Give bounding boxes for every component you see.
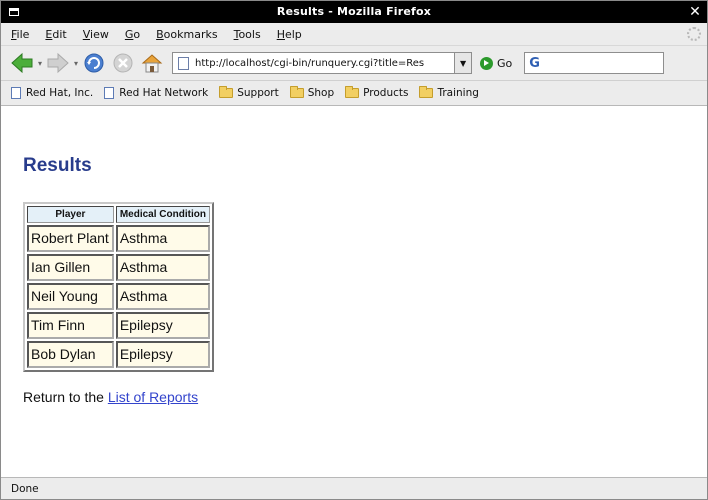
address-dropdown-icon[interactable]: ▼	[454, 53, 472, 73]
player-cell: Ian Gillen	[27, 254, 114, 281]
list-of-reports-link[interactable]: List of Reports	[108, 389, 198, 405]
player-cell: Neil Young	[27, 283, 114, 310]
player-cell: Bob Dylan	[27, 341, 114, 368]
bookmark-folder-shop[interactable]: Shop	[289, 86, 334, 99]
folder-icon	[289, 86, 304, 98]
status-text: Done	[11, 482, 39, 495]
throbber-icon	[687, 27, 701, 41]
page-content: Results Player Medical Condition Robert …	[1, 127, 707, 477]
folder-icon	[345, 86, 360, 98]
title-bar: Results - Mozilla Firefox ✕	[1, 1, 707, 23]
menu-bookmarks[interactable]: Bookmarks	[156, 28, 217, 41]
forward-history-dropdown-icon[interactable]: ▾	[74, 59, 78, 68]
bookmark-red-hat-inc[interactable]: Red Hat, Inc.	[11, 87, 93, 99]
condition-cell: Asthma	[115, 283, 210, 310]
bookmark-page-icon	[11, 87, 21, 99]
address-bar[interactable]: http://localhost/cgi-bin/runquery.cgi?ti…	[172, 52, 473, 74]
folder-icon	[419, 86, 434, 98]
menu-go[interactable]: Go	[125, 28, 140, 41]
menu-tools[interactable]: Tools	[234, 28, 261, 41]
navigation-toolbar: ▾ ▾ http://localhost/cgi-bin/runquery.cg…	[1, 46, 707, 81]
table-row: Neil Young Asthma	[27, 283, 210, 310]
page-title: Results	[23, 155, 92, 176]
menu-file[interactable]: File	[11, 28, 29, 41]
return-prefix-text: Return to the	[23, 389, 108, 405]
go-button[interactable]: Go	[480, 56, 513, 70]
menu-view[interactable]: View	[83, 28, 109, 41]
home-icon[interactable]	[139, 50, 165, 76]
column-header-player: Player	[27, 206, 114, 223]
window-title: Results - Mozilla Firefox	[276, 5, 432, 18]
menu-bar: File Edit View Go Bookmarks Tools Help	[1, 23, 707, 46]
bookmark-folder-training[interactable]: Training	[419, 86, 479, 99]
folder-icon	[219, 86, 234, 98]
table-header-row: Player Medical Condition	[27, 206, 210, 223]
back-history-dropdown-icon[interactable]: ▾	[38, 59, 42, 68]
browser-window: Results - Mozilla Firefox ✕ File Edit Vi…	[0, 0, 708, 500]
address-bar-url[interactable]: http://localhost/cgi-bin/runquery.cgi?ti…	[195, 58, 454, 69]
condition-cell: Asthma	[115, 254, 210, 281]
results-table: Player Medical Condition Robert Plant As…	[23, 202, 214, 372]
stop-icon[interactable]	[110, 50, 136, 76]
search-engine-icon[interactable]: G	[529, 56, 540, 71]
bookmark-folder-products[interactable]: Products	[345, 86, 408, 99]
go-arrow-icon	[480, 56, 494, 70]
close-icon[interactable]: ✕	[687, 4, 703, 20]
bookmark-folder-support[interactable]: Support	[219, 86, 279, 99]
forward-arrow-icon[interactable]	[45, 50, 71, 76]
return-line: Return to the List of Reports	[23, 389, 198, 405]
table-row: Bob Dylan Epilepsy	[27, 341, 210, 368]
table-row: Tim Finn Epilepsy	[27, 312, 210, 339]
go-button-label: Go	[497, 56, 513, 70]
back-arrow-icon[interactable]	[9, 50, 35, 76]
bookmarks-toolbar: Red Hat, Inc. Red Hat Network Support Sh…	[1, 81, 707, 106]
player-cell: Tim Finn	[27, 312, 114, 339]
bookmark-red-hat-network[interactable]: Red Hat Network	[104, 87, 208, 99]
condition-cell: Epilepsy	[115, 312, 210, 339]
player-cell: Robert Plant	[27, 225, 114, 252]
bookmark-page-icon	[104, 87, 115, 99]
table-row: Ian Gillen Asthma	[27, 254, 210, 281]
status-bar: Done	[1, 477, 707, 499]
menu-edit[interactable]: Edit	[45, 28, 66, 41]
page-icon	[178, 56, 190, 70]
search-input[interactable]: G	[524, 52, 665, 74]
reload-icon[interactable]	[81, 50, 107, 76]
column-header-medical-condition: Medical Condition	[115, 206, 210, 223]
condition-cell: Asthma	[115, 225, 210, 252]
condition-cell: Epilepsy	[115, 341, 210, 368]
menu-help[interactable]: Help	[277, 28, 302, 41]
table-row: Robert Plant Asthma	[27, 225, 210, 252]
